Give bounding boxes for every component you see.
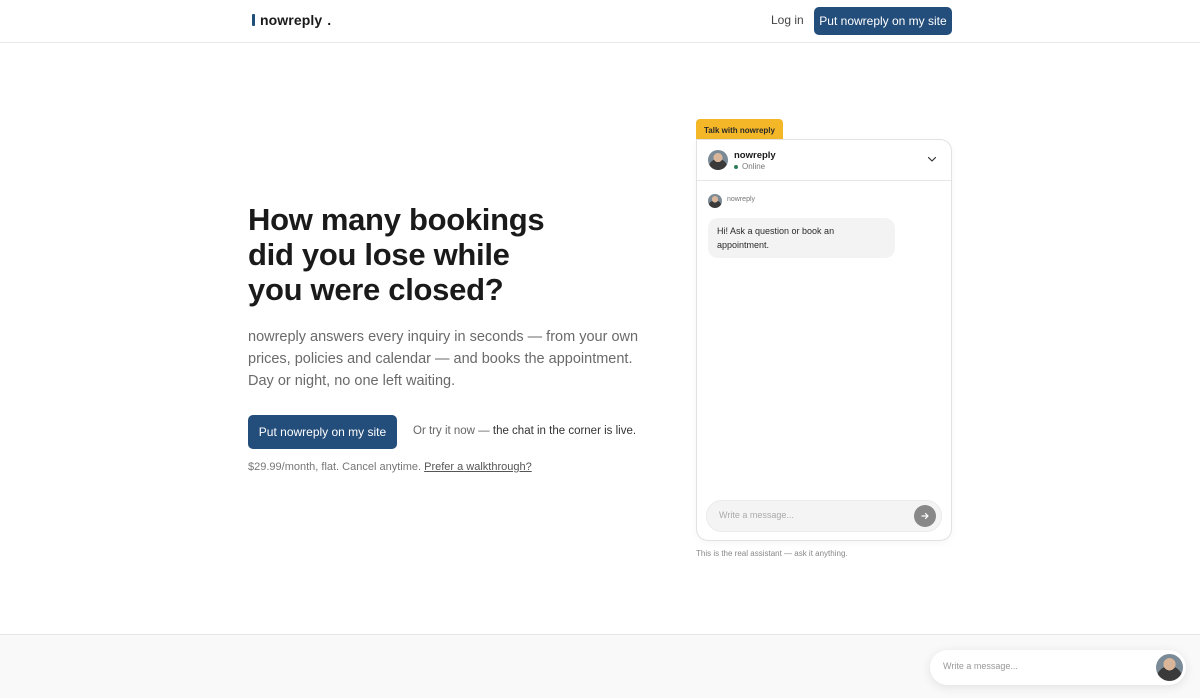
floating-agent-avatar[interactable]: [1156, 654, 1183, 681]
hero-subtitle: nowreply answers every inquiry in second…: [248, 326, 639, 392]
logo-dot: .: [327, 12, 332, 28]
agent-name: nowreply: [734, 150, 776, 161]
hero-subtitle-line: Day or night, no one left waiting.: [248, 373, 456, 389]
try-it-text: Or try it now — the chat in the corner i…: [413, 425, 636, 437]
chat-widget: nowreply Online nowreply Hi! Ask a quest…: [696, 139, 952, 541]
hero-title: How many bookings did you lose while you…: [248, 202, 668, 307]
message-avatar: [708, 194, 722, 208]
floating-message-input[interactable]: [943, 661, 1133, 671]
chevron-down-icon[interactable]: [927, 154, 937, 164]
chat-message-bubble: Hi! Ask a question or book an appointmen…: [708, 218, 895, 258]
top-navbar: nowreply . Log in Put nowreply on my sit…: [0, 0, 1200, 43]
logo-mark: [252, 14, 255, 26]
walkthrough-link[interactable]: Prefer a walkthrough?: [424, 461, 532, 473]
login-link[interactable]: Log in: [771, 13, 804, 27]
floating-chat-launcher[interactable]: [930, 650, 1186, 685]
chat-input-bar: [706, 500, 942, 532]
message-sender: nowreply: [727, 196, 756, 203]
online-dot: [734, 164, 738, 169]
agent-status: Online: [734, 162, 765, 171]
chat-header: nowreply Online: [697, 140, 951, 181]
pricing-line: $29.99/month, flat. Cancel anytime. Pref…: [248, 461, 532, 473]
hero-cta-button[interactable]: Put nowreply on my site: [248, 415, 397, 449]
header-cta-button[interactable]: Put nowreply on my site: [814, 7, 952, 35]
hero-subtitle-line: nowreply answers every inquiry in second…: [248, 329, 639, 345]
pricing-text: $29.99/month, flat. Cancel anytime.: [248, 461, 422, 473]
hero-subtitle-line: prices, policies and calendar — and book…: [248, 351, 633, 367]
logo-text: nowreply: [260, 12, 323, 28]
hero-title-line: you were closed?: [248, 272, 504, 307]
send-arrow-icon: [921, 512, 929, 520]
hero-title-line: How many bookings: [248, 202, 545, 237]
talk-tab: Talk with nowreply: [696, 119, 783, 141]
agent-avatar: [708, 150, 728, 170]
chat-note: This is the real assistant — ask it anyt…: [696, 549, 848, 558]
status-text: Online: [742, 162, 766, 171]
send-button[interactable]: [914, 505, 936, 527]
hero-title-line: did you lose while: [248, 237, 510, 272]
chat-message-input[interactable]: [719, 510, 909, 520]
try-emphasis: the chat in the corner is live.: [492, 425, 637, 437]
logo[interactable]: nowreply .: [252, 12, 331, 28]
try-prefix: Or try it now —: [413, 425, 493, 437]
